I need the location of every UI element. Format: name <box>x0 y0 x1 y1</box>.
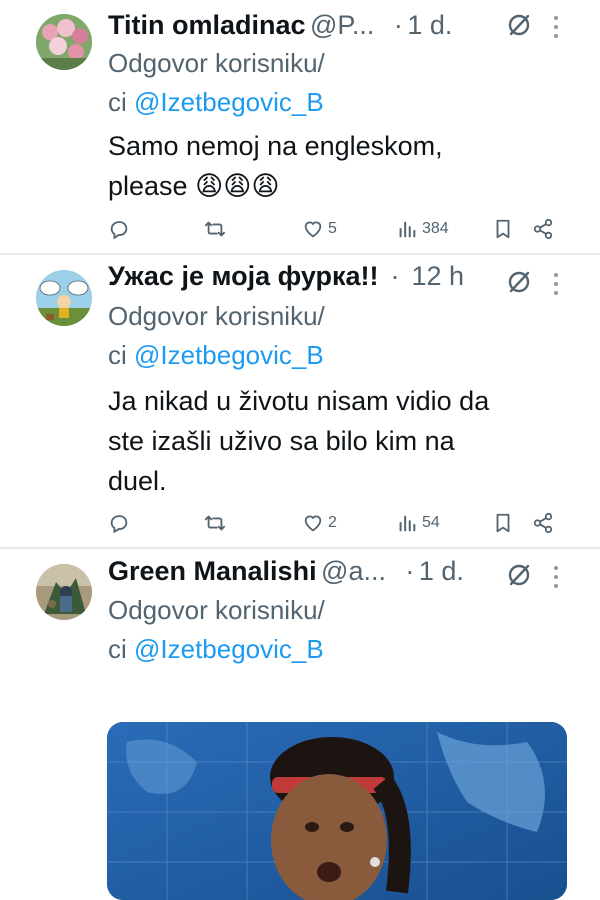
tweet-item[interactable]: Ужас је моја фурка!! · 12 h Odgovor kori… <box>0 255 600 547</box>
bookmark-icon <box>496 513 510 533</box>
views-count: 54 <box>422 514 440 531</box>
bookmark-button[interactable] <box>492 214 514 244</box>
tweet-text-line: please <box>108 171 188 201</box>
author-handle[interactable]: @P... <box>310 10 374 40</box>
mention-link[interactable]: @Izetbegovic_B <box>134 87 324 117</box>
replying-to: Odgovor korisniku/ ci @Izetbegovic_B <box>108 44 548 122</box>
heart-icon <box>304 515 322 532</box>
action-bar: 5 384 <box>108 214 558 244</box>
author-name[interactable]: Titin omladinac <box>108 10 306 40</box>
views-icon <box>399 515 416 532</box>
share-icon <box>533 512 553 534</box>
reply-icon <box>110 515 128 534</box>
reply-button[interactable] <box>108 214 130 244</box>
author-name[interactable]: Ужас је моја фурка!! <box>108 261 379 291</box>
share-button[interactable] <box>532 214 554 244</box>
replying-to: Odgovor korisniku/ ci @Izetbegovic_B <box>108 591 548 669</box>
reply-icon <box>110 221 128 240</box>
tweet-media[interactable] <box>107 722 567 900</box>
emoji-weary: 😩😩😩 <box>195 171 280 201</box>
grok-icon[interactable] <box>506 269 532 295</box>
avatar-uzas-je-moja-furka[interactable] <box>36 270 92 326</box>
retweet-button[interactable] <box>204 214 226 244</box>
tweet-text: Samo nemoj na engleskom, please 😩😩😩 <box>108 126 568 206</box>
replying-to-label: Odgovor korisniku/ <box>108 48 325 78</box>
share-button[interactable] <box>532 508 554 538</box>
more-icon[interactable] <box>552 564 560 590</box>
author-handle[interactable]: @a... <box>321 556 386 586</box>
tweet-text-line: duel. <box>108 466 167 496</box>
grok-icon[interactable] <box>506 12 532 38</box>
avatar-titin-omladinac[interactable] <box>36 14 92 70</box>
tweet-text-line: ste izašli uživo sa bilo kim na <box>108 426 455 456</box>
timestamp[interactable]: 1 d. <box>419 556 464 586</box>
author-name[interactable]: Green Manalishi <box>108 556 317 586</box>
replying-to: Odgovor korisniku/ ci @Izetbegovic_B <box>108 297 548 375</box>
media-preview-image <box>107 722 567 900</box>
retweet-button[interactable] <box>204 508 226 538</box>
avatar-green-manalishi[interactable] <box>36 564 92 620</box>
share-icon <box>533 218 553 240</box>
mention-link[interactable]: @Izetbegovic_B <box>134 340 324 370</box>
reply-button[interactable] <box>108 508 130 538</box>
views-button[interactable]: 54 <box>396 508 440 538</box>
like-button[interactable]: 5 <box>302 214 337 244</box>
bookmark-button[interactable] <box>492 508 514 538</box>
like-count: 5 <box>328 220 337 237</box>
like-count: 2 <box>328 514 337 531</box>
timestamp[interactable]: 12 h <box>411 261 464 291</box>
replying-to-label: Odgovor korisniku/ <box>108 301 325 331</box>
views-count: 384 <box>422 220 449 237</box>
like-button[interactable]: 2 <box>302 508 337 538</box>
retweet-icon <box>204 221 226 237</box>
replying-to-label-cont: ci <box>108 634 134 664</box>
replying-to-label-cont: ci <box>108 340 134 370</box>
replying-to-label-cont: ci <box>108 87 134 117</box>
views-button[interactable]: 384 <box>396 214 449 244</box>
reply-feed: Titin omladinac @P... · 1 d. Odgovor kor… <box>0 0 600 900</box>
action-bar: 2 54 <box>108 508 558 538</box>
replying-to-label: Odgovor korisniku/ <box>108 595 325 625</box>
bookmark-icon <box>496 219 510 239</box>
separator-dot: · <box>378 10 403 40</box>
more-icon[interactable] <box>552 271 560 297</box>
grok-icon[interactable] <box>506 562 532 588</box>
tweet-text: Ja nikad u životu nisam vidio da ste iza… <box>108 381 568 501</box>
mention-link[interactable]: @Izetbegovic_B <box>134 634 324 664</box>
tweet-item[interactable]: Titin omladinac @P... · 1 d. Odgovor kor… <box>0 0 600 252</box>
tweet-text-line: Ja nikad u životu nisam vidio da <box>108 386 490 416</box>
tweet-text-line: Samo nemoj na engleskom, <box>108 131 443 161</box>
views-icon <box>399 221 416 238</box>
timestamp[interactable]: 1 d. <box>407 10 452 40</box>
separator-dot: · <box>382 261 407 291</box>
more-icon[interactable] <box>552 14 560 40</box>
retweet-icon <box>204 515 226 531</box>
heart-icon <box>304 221 322 238</box>
separator-dot: · <box>390 556 415 586</box>
